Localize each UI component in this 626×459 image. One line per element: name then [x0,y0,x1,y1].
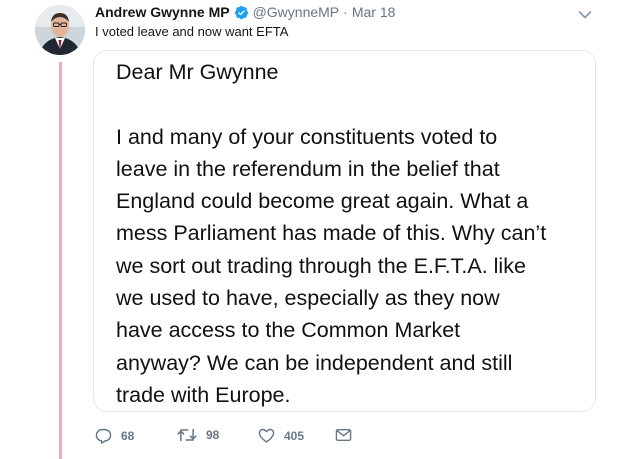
reply-count: 68 [121,429,135,443]
letter-line: we used to have, especially as they now [116,286,500,311]
display-name[interactable]: Andrew Gwynne MP [95,4,230,20]
retweet-icon [177,428,197,442]
header-separator: · [343,4,348,20]
letter-line: have access to the Common Market [116,318,461,343]
direct-message-button[interactable] [335,428,352,442]
tweet-header: Andrew Gwynne MP @GwynneMP · Mar 18 [95,4,395,20]
user-handle[interactable]: @GwynneMP [253,4,340,20]
retweet-button[interactable]: 98 [177,428,219,442]
letter-salutation: Dear Mr Gwynne [116,60,279,84]
letter-blank-line [116,88,586,120]
reply-icon [95,428,112,444]
like-button[interactable]: 405 [258,428,304,443]
heart-icon [258,428,275,443]
letter-line: anyway? We can be independent and still [116,350,513,375]
verified-badge-icon [234,5,248,19]
letter-line: trade with Europe. [116,382,291,407]
tweet-date[interactable]: Mar 18 [352,4,396,20]
envelope-icon [335,428,352,442]
like-count: 405 [284,428,305,443]
letter-line: I and many of your constituents voted to [116,124,498,149]
retweet-count: 98 [206,428,220,442]
tweet-text: I voted leave and now want EFTA [95,24,289,39]
letter-line: we sort out trading through the E.F.T.A.… [116,253,526,278]
avatar-photo [35,5,85,55]
letter-line: mess Parliament has made of this. Why ca… [116,221,547,246]
chevron-down-icon[interactable] [578,10,592,20]
thread-line [59,62,62,459]
letter-line: leave in the referendum in the belief th… [116,156,500,181]
letter-line: England could become great again. What a [116,189,529,214]
avatar[interactable] [35,5,85,55]
letter-text: Dear Mr Gwynne I and many of your consti… [116,56,586,411]
reply-button[interactable]: 68 [95,428,134,444]
